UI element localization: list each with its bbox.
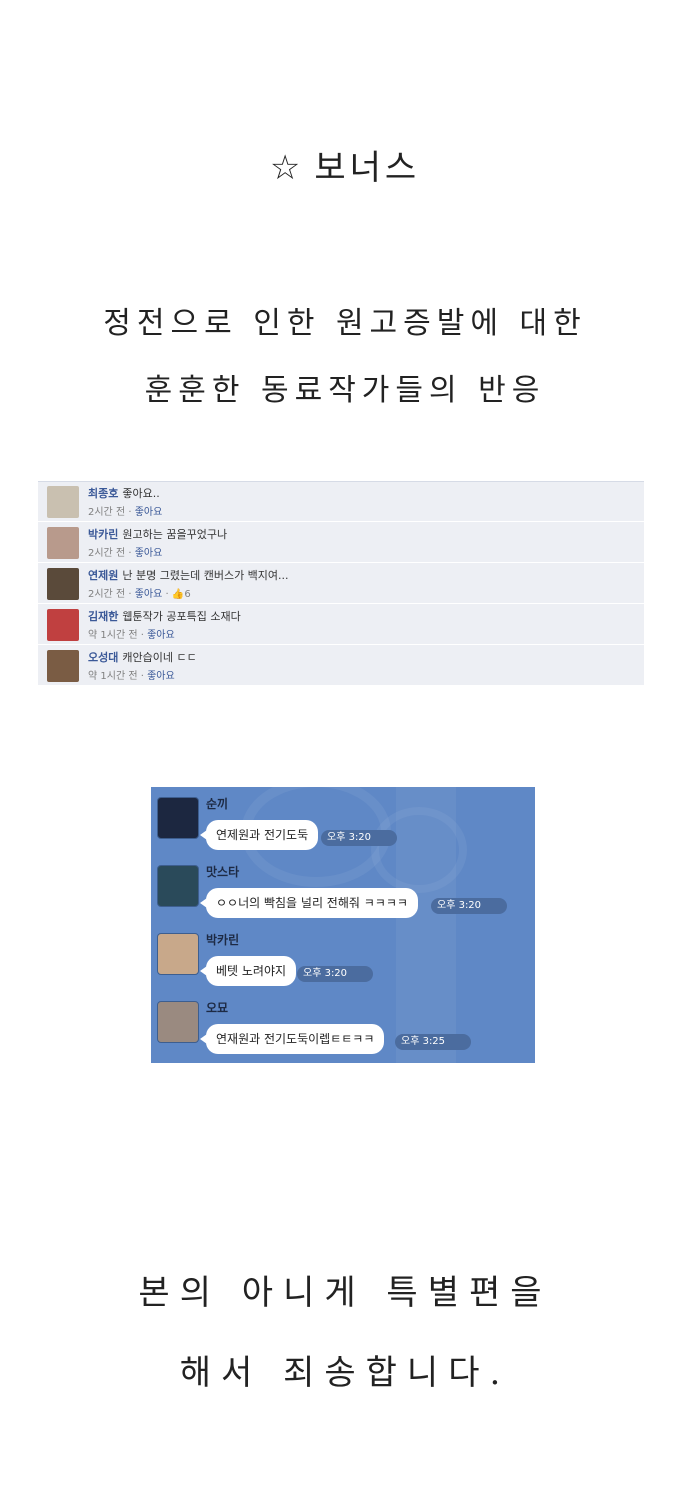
comment-text: 좋아요.. — [122, 487, 160, 500]
message-bubble: 베텟 노려야지 — [199, 956, 297, 986]
comment-text: 원고하는 꿈을꾸었구나 — [122, 528, 228, 541]
comment-time[interactable]: 약 1시간 전 — [88, 630, 138, 641]
facebook-comment: 최종호 좋아요.. 2시간 전 · 좋아요 — [38, 482, 644, 522]
commenter-name[interactable]: 오성대 — [88, 651, 118, 664]
bonus-title-text: 보너스 — [314, 148, 421, 188]
comment-time[interactable]: 2시간 전 — [88, 589, 125, 600]
sender-name: 맛스타 — [206, 865, 240, 879]
like-link[interactable]: 좋아요 — [147, 630, 175, 641]
avatar[interactable] — [47, 486, 79, 518]
facebook-comment: 연제원 난 분명 그렸는데 캔버스가 백지여... 2시간 전 · 좋아요 · 👍… — [38, 564, 644, 604]
message-time: 오후 3:25 — [395, 1034, 472, 1050]
message-time: 오후 3:20 — [297, 966, 374, 982]
comment-time[interactable]: 2시간 전 — [88, 548, 125, 559]
closing-line-1: 본의 아니게 특별편을 — [138, 1273, 552, 1313]
chat-window: 순끼 오후 3:20 연제원과 전기도둑 맛스타 오후 3:20 ㅇㅇ너의 빡침… — [151, 787, 535, 1063]
facebook-comment: 박카린 원고하는 꿈을꾸었구나 2시간 전 · 좋아요 — [38, 523, 644, 563]
facebook-comment: 오성대 캐안습이네 ㄷㄷ 약 1시간 전 · 좋아요 — [38, 646, 644, 686]
chat-message: 오묘 오후 3:25 연재원과 전기도둑이렙ㅌㅌㅋㅋ — [151, 991, 535, 1059]
intro-line-2: 훈훈한 동료작가들의 반응 — [144, 373, 546, 408]
facebook-comment-list: 최종호 좋아요.. 2시간 전 · 좋아요 박카린 원고하는 꿈을꾸었구나 2시간 … — [38, 481, 644, 686]
comment-text: 캐안습이네 ㄷㄷ — [122, 651, 197, 664]
like-link[interactable]: 좋아요 — [135, 589, 163, 600]
comment-time[interactable]: 약 1시간 전 — [88, 671, 138, 682]
bonus-title: ☆ 보너스 — [0, 140, 690, 189]
sender-name: 박카린 — [206, 933, 240, 947]
commenter-name[interactable]: 연제원 — [88, 569, 118, 582]
chat-message: 맛스타 오후 3:20 ㅇㅇ너의 빡침을 널리 전해줘 ㅋㅋㅋㅋ — [151, 855, 535, 923]
avatar[interactable] — [157, 1001, 199, 1043]
avatar[interactable] — [157, 933, 199, 975]
like-link[interactable]: 좋아요 — [135, 507, 163, 518]
intro-line-1: 정전으로 인한 원고증발에 대한 — [103, 306, 587, 341]
comment-text: 난 분명 그렸는데 캔버스가 백지여... — [122, 569, 289, 582]
message-time: 오후 3:20 — [431, 898, 508, 914]
message-bubble: ㅇㅇ너의 빡침을 널리 전해줘 ㅋㅋㅋㅋ — [200, 888, 418, 918]
like-link[interactable]: 좋아요 — [135, 548, 163, 559]
avatar[interactable] — [157, 797, 199, 839]
message-bubble: 연제원과 전기도둑 — [199, 820, 319, 850]
chat-message: 박카린 오후 3:20 베텟 노려야지 — [151, 923, 535, 991]
commenter-name[interactable]: 박카린 — [88, 528, 118, 541]
message-time: 오후 3:20 — [321, 830, 398, 846]
like-link[interactable]: 좋아요 — [147, 671, 175, 682]
facebook-comment: 김재한 웹툰작가 공포특집 소재다 약 1시간 전 · 좋아요 — [38, 605, 644, 645]
closing-line-2: 해서 죄송합니다. — [179, 1353, 511, 1393]
avatar[interactable] — [47, 650, 79, 682]
avatar[interactable] — [157, 865, 199, 907]
star-icon: ☆ — [269, 148, 305, 188]
thumbs-up-icon[interactable]: 👍 — [172, 589, 184, 600]
avatar[interactable] — [47, 527, 79, 559]
message-bubble: 연재원과 전기도둑이렙ㅌㅌㅋㅋ — [199, 1024, 385, 1054]
avatar[interactable] — [47, 568, 79, 600]
commenter-name[interactable]: 최종호 — [88, 487, 118, 500]
chat-message: 순끼 오후 3:20 연제원과 전기도둑 — [151, 787, 535, 855]
comment-time[interactable]: 2시간 전 — [88, 507, 125, 518]
sender-name: 오묘 — [206, 1001, 229, 1015]
sender-name: 순끼 — [206, 797, 229, 811]
comment-text: 웹툰작가 공포특집 소재다 — [122, 610, 241, 623]
commenter-name[interactable]: 김재한 — [88, 610, 118, 623]
like-count[interactable]: 6 — [184, 589, 190, 600]
avatar[interactable] — [47, 609, 79, 641]
